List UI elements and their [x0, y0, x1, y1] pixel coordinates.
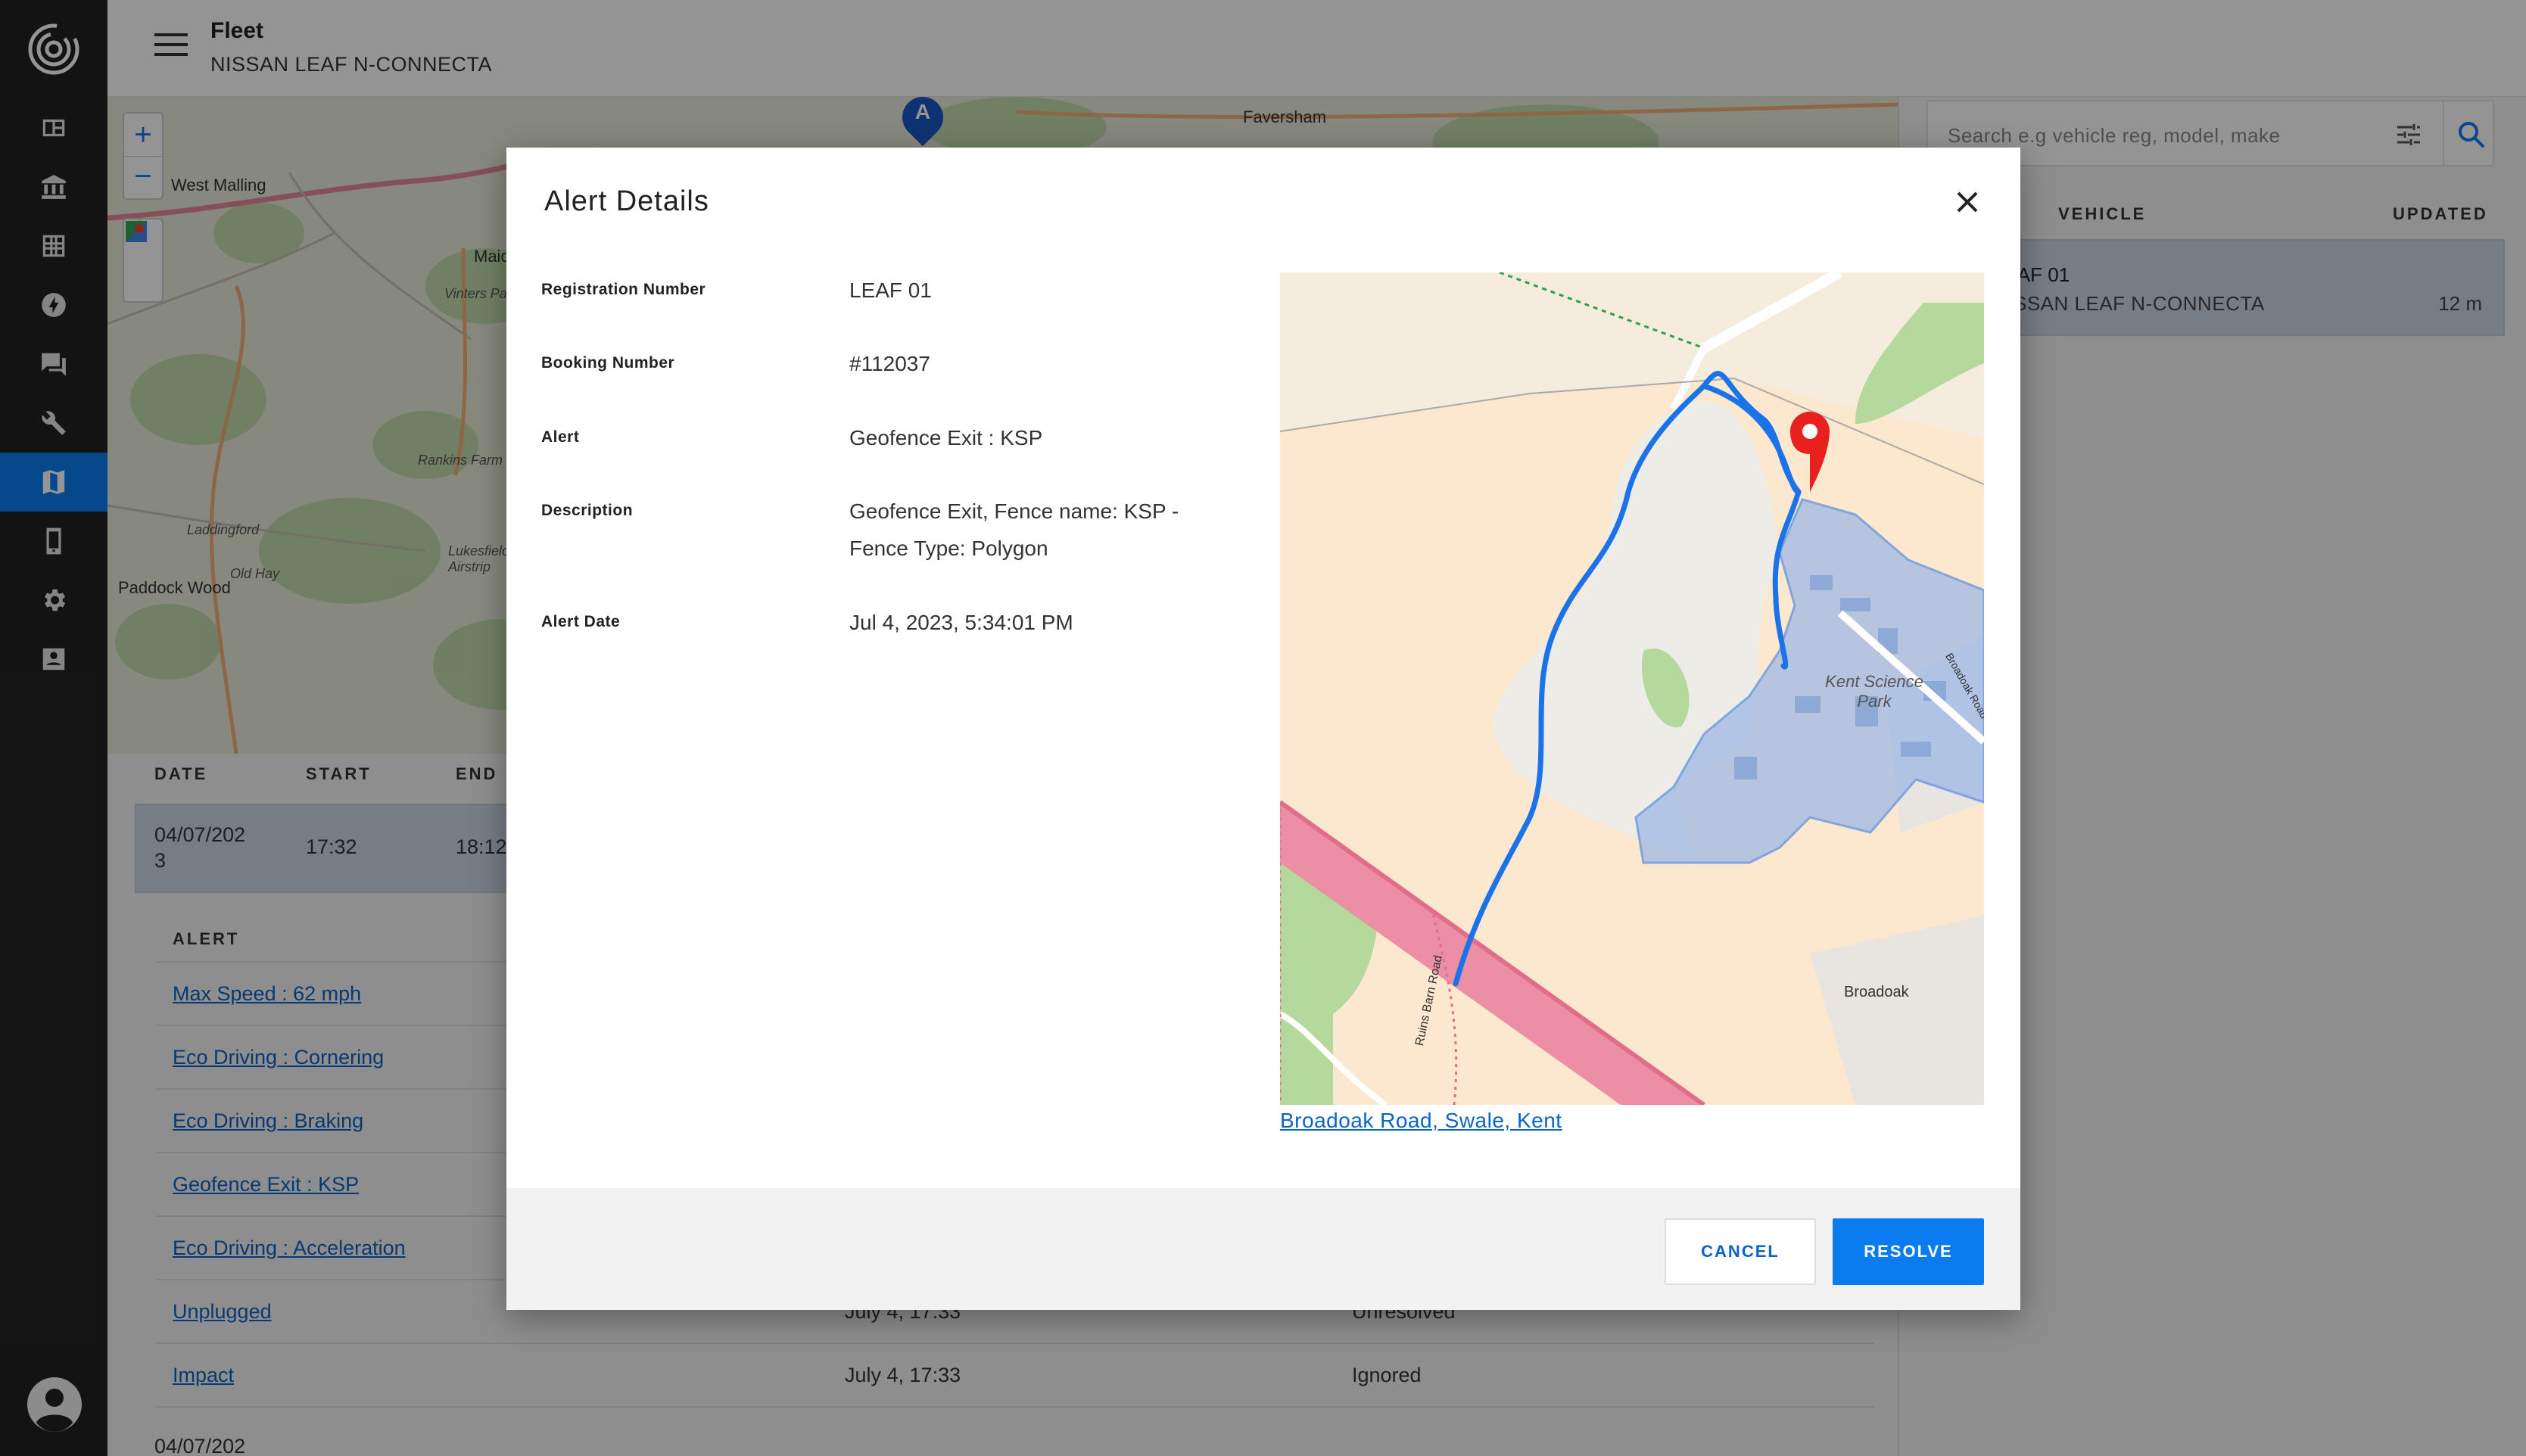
registration-label: Registration Number [541, 281, 706, 298]
location-link[interactable]: Broadoak Road, Swale, Kent [1280, 1109, 1562, 1133]
dialog-title: Alert Details [544, 185, 709, 217]
map-label-kent-science-park: Kent Science Park [1825, 672, 1923, 711]
description-label: Description [541, 502, 634, 519]
alert-value: Geofence Exit : KSP [849, 426, 1043, 450]
registration-value: LEAF 01 [849, 278, 932, 302]
dialog-footer: CANCEL RESOLVE [506, 1188, 2020, 1310]
resolve-button[interactable]: RESOLVE [1833, 1218, 1984, 1285]
booking-label: Booking Number [541, 354, 675, 372]
alert-details-dialog: Alert Details Registration Number LEAF 0… [506, 148, 2020, 1310]
alert-date-label: Alert Date [541, 613, 621, 630]
booking-value: #112037 [849, 352, 930, 375]
map-label-broadoak: Broadoak [1844, 984, 1909, 1000]
alert-location-map[interactable]: Kent Science Park Broadoak Ruins Barn Ro… [1280, 272, 1984, 1105]
cancel-button[interactable]: CANCEL [1665, 1218, 1816, 1285]
alert-label: Alert [541, 428, 580, 446]
description-value: Geofence Exit, Fence name: KSP - Fence T… [849, 499, 1179, 560]
close-icon[interactable] [1952, 187, 1982, 217]
alert-date-value: Jul 4, 2023, 5:34:01 PM [849, 611, 1073, 634]
